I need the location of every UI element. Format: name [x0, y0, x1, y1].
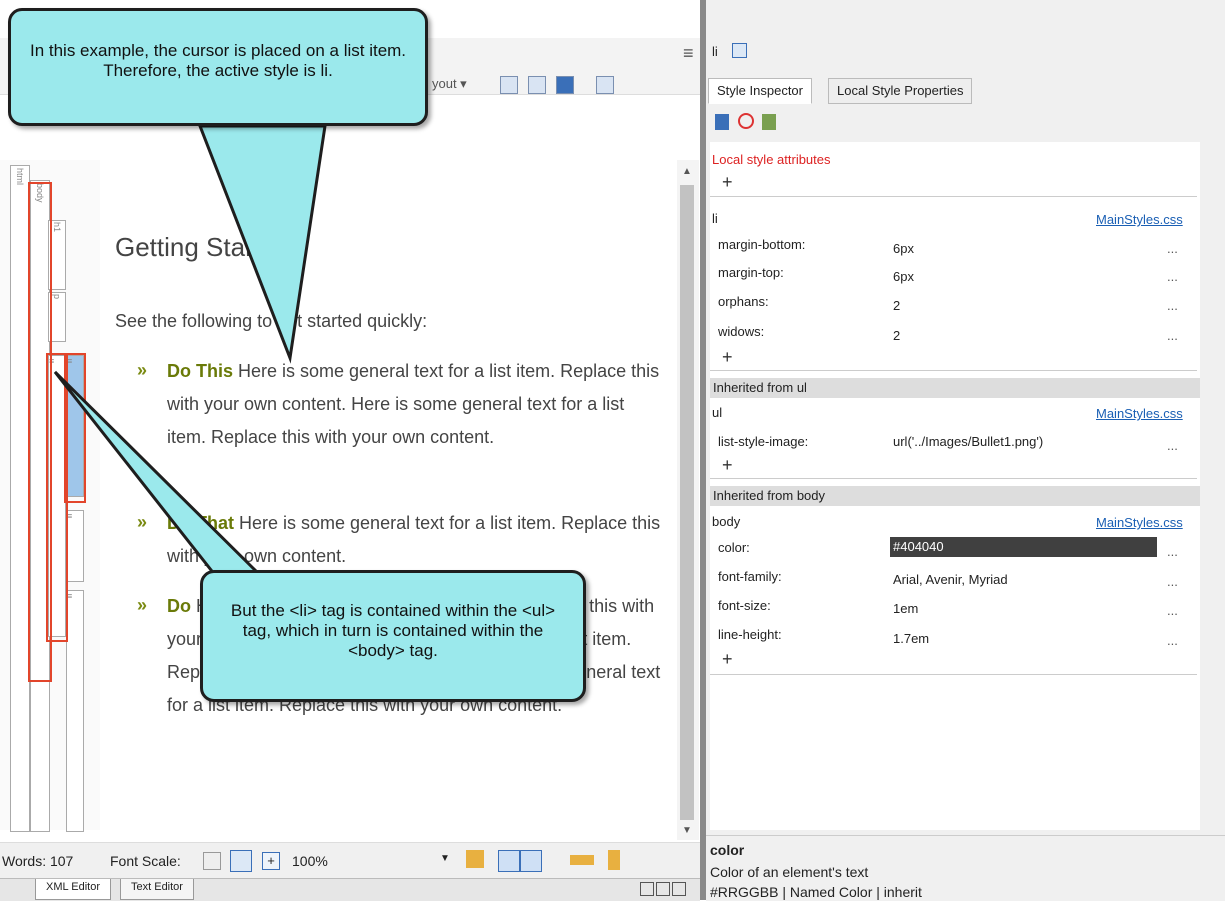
section-divider: [710, 370, 1197, 371]
property-description: color Color of an element's text #RRGGBB…: [706, 835, 1225, 901]
add-local-attribute-icon[interactable]: +: [722, 173, 733, 191]
section-divider: [710, 196, 1197, 197]
add-property-icon[interactable]: +: [722, 456, 733, 474]
prop-more-button[interactable]: ...: [1167, 269, 1178, 284]
prop-name: orphans:: [718, 294, 769, 309]
local-style-label: Local style attributes: [712, 152, 831, 167]
add-property-icon[interactable]: +: [722, 650, 733, 668]
prop-more-button[interactable]: ...: [1167, 633, 1178, 648]
prop-value[interactable]: url('../Images/Bullet1.png'): [893, 434, 1043, 449]
prop-name: widows:: [718, 324, 765, 339]
prop-more-button[interactable]: ...: [1167, 328, 1178, 343]
prop-value[interactable]: 2: [893, 328, 900, 343]
top-callout-pointer: [197, 124, 327, 364]
prop-value[interactable]: 1.7em: [893, 631, 929, 646]
prop-value[interactable]: Arial, Avenir, Myriad: [893, 572, 1008, 587]
selector-ul: ul: [712, 405, 723, 420]
callout-pointers: [53, 124, 327, 577]
section-divider: [710, 674, 1197, 675]
description-title: color: [710, 842, 745, 858]
inherited-body-header: Inherited from body: [710, 486, 1200, 506]
prop-more-button[interactable]: ...: [1167, 241, 1178, 256]
selector-body: body: [712, 514, 741, 529]
inherited-ul-header: Inherited from ul: [710, 378, 1200, 398]
clear-style-icon[interactable]: [738, 113, 754, 129]
bottom-callout-pointer: [53, 370, 264, 577]
description-text: Color of an element's text: [710, 864, 869, 880]
css-link[interactable]: MainStyles.css: [1096, 406, 1183, 421]
panel-header: li: [712, 44, 718, 59]
prop-more-button[interactable]: ...: [1167, 438, 1178, 453]
section-divider: [710, 478, 1197, 479]
bottom-callout: But the <li> tag is contained within the…: [200, 570, 586, 702]
edit-style-icon[interactable]: [762, 114, 776, 130]
prop-name: font-family:: [718, 569, 782, 584]
prop-value-selected[interactable]: #404040: [890, 537, 1157, 557]
prop-more-button[interactable]: ...: [1167, 574, 1178, 589]
selector-li: li: [712, 211, 718, 226]
prop-name: color:: [718, 540, 750, 555]
prop-value[interactable]: 6px: [893, 269, 914, 284]
new-style-icon[interactable]: [715, 114, 729, 130]
prop-name: font-size:: [718, 598, 771, 613]
add-property-icon[interactable]: +: [722, 348, 733, 366]
css-link[interactable]: MainStyles.css: [1096, 515, 1183, 530]
description-values: #RRGGBB | Named Color | inherit: [710, 884, 922, 900]
top-callout: In this example, the cursor is placed on…: [8, 8, 428, 126]
go-to-parent-icon[interactable]: [732, 43, 747, 58]
prop-value[interactable]: 1em: [893, 601, 918, 616]
prop-more-button[interactable]: ...: [1167, 544, 1178, 559]
prop-value[interactable]: 6px: [893, 241, 914, 256]
prop-more-button[interactable]: ...: [1167, 298, 1178, 313]
prop-name: margin-top:: [718, 265, 784, 280]
tab-local-style-properties[interactable]: Local Style Properties: [828, 78, 973, 104]
prop-value[interactable]: 2: [893, 298, 900, 313]
prop-name: list-style-image:: [718, 434, 809, 449]
prop-more-button[interactable]: ...: [1167, 603, 1178, 618]
tab-style-inspector[interactable]: Style Inspector: [708, 78, 812, 104]
css-link[interactable]: MainStyles.css: [1096, 212, 1183, 227]
prop-name: margin-bottom:: [718, 237, 806, 252]
prop-name: line-height:: [718, 627, 782, 642]
